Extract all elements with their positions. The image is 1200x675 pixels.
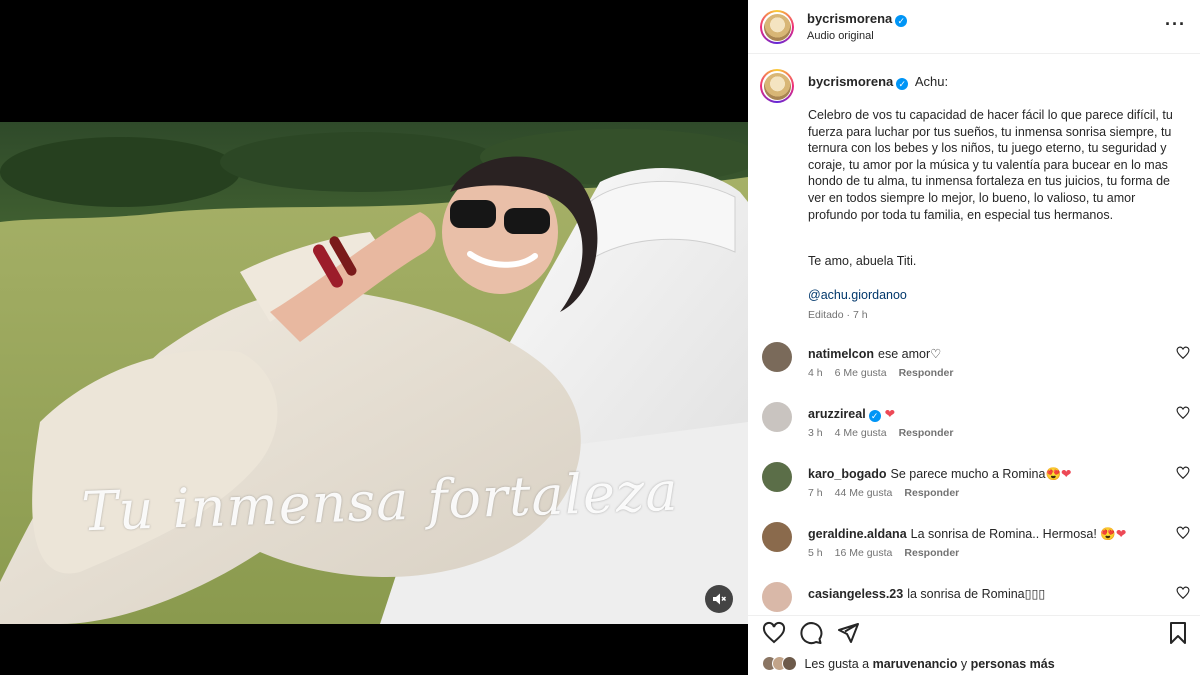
- comment-item: karo_bogado Se parece mucho a Romina😍❤ 7 …: [748, 462, 1200, 522]
- comment-likes[interactable]: 44 Me gusta: [835, 487, 893, 499]
- commenter-username[interactable]: geraldine.aldana: [808, 527, 907, 541]
- caption-header: bycrismorena ✓ Achu:: [808, 74, 948, 90]
- comment-time[interactable]: 7 h: [808, 487, 823, 499]
- caption-username[interactable]: bycrismorena: [808, 74, 893, 89]
- author-avatar[interactable]: [760, 10, 794, 44]
- comment-likes[interactable]: 16 Me gusta: [835, 547, 893, 559]
- heart-icon[interactable]: [1176, 406, 1190, 420]
- comment-time[interactable]: 5 h: [808, 547, 823, 559]
- comment-time[interactable]: 3 h: [808, 427, 823, 439]
- comment-likes[interactable]: 4 Me gusta: [835, 427, 887, 439]
- comment-item: aruzzireal ✓ ❤ 3 h 4 Me gusta Responder: [748, 402, 1200, 462]
- reply-button[interactable]: Responder: [899, 367, 954, 379]
- commenter-avatar[interactable]: [762, 582, 792, 612]
- likes-middle: y: [960, 657, 968, 671]
- more-options-button[interactable]: ···: [1165, 14, 1186, 35]
- heart-icon[interactable]: [1176, 466, 1190, 480]
- commenter-username[interactable]: casiangeless.23: [808, 587, 903, 601]
- mute-button[interactable]: [705, 585, 733, 613]
- comment-text: ese amor♡: [878, 347, 942, 361]
- bookmark-icon[interactable]: [1166, 621, 1190, 645]
- comment-text: La sonrisa de Romina.. Hermosa!: [910, 527, 1097, 541]
- verified-icon: ✓: [895, 15, 908, 27]
- author-username-row[interactable]: bycrismorena ✓: [807, 10, 908, 28]
- commenter-username[interactable]: aruzzireal: [808, 407, 866, 421]
- comment-text: Se parece mucho a Romina: [890, 467, 1046, 481]
- post-side-panel: bycrismorena ✓ Audio original ··· bycrism…: [748, 0, 1200, 675]
- comment-emoji: 😍❤: [1100, 527, 1127, 541]
- post-video[interactable]: [0, 122, 748, 624]
- heart-icon[interactable]: [762, 621, 786, 645]
- comment-item: natimelcon ese amor♡ 4 h 6 Me gusta Respond…: [748, 342, 1200, 402]
- commenter-avatar[interactable]: [762, 522, 792, 552]
- heart-icon[interactable]: [1176, 586, 1190, 600]
- commenter-avatar[interactable]: [762, 462, 792, 492]
- post-header: bycrismorena ✓ Audio original ···: [748, 0, 1200, 54]
- caption-mention-link[interactable]: @achu.giordanoo: [808, 288, 907, 302]
- post-media[interactable]: Tu inmensa fortaleza: [0, 0, 748, 675]
- likes-summary[interactable]: Les gusta a maruvenancio y personas más: [762, 656, 1055, 671]
- reply-button[interactable]: Responder: [899, 427, 954, 439]
- audio-link[interactable]: Audio original: [807, 30, 874, 42]
- video-frame: [0, 122, 748, 624]
- reply-button[interactable]: Responder: [904, 547, 959, 559]
- comment-likes[interactable]: 6 Me gusta: [835, 367, 887, 379]
- mute-icon: [713, 593, 727, 605]
- comment-time[interactable]: 4 h: [808, 367, 823, 379]
- commenter-username[interactable]: natimelcon: [808, 347, 874, 361]
- author-username[interactable]: bycrismorena: [807, 11, 892, 26]
- more-icon: ···: [1165, 14, 1186, 34]
- caption-author-avatar[interactable]: [760, 69, 794, 103]
- reply-button[interactable]: Responder: [904, 487, 959, 499]
- liker-avatar: [782, 656, 797, 671]
- comment-item: geraldine.aldana La sonrisa de Romina.. H…: [748, 522, 1200, 582]
- caption-text: Celebro de vos tu capacidad de hacer fác…: [808, 108, 1173, 222]
- likes-user[interactable]: maruvenancio: [873, 657, 958, 671]
- likes-prefix: Les gusta a: [804, 657, 870, 671]
- caption-first-line: Achu:: [914, 74, 949, 89]
- comment-item: casiangeless.23 la sonrisa de Romina▯▯▯: [748, 582, 1200, 615]
- post-action-bar: [748, 615, 1200, 649]
- verified-icon: ✓: [868, 410, 881, 422]
- commenter-avatar[interactable]: [762, 402, 792, 432]
- likes-others[interactable]: personas más: [971, 657, 1055, 671]
- verified-icon: ✓: [896, 78, 909, 90]
- comment-emoji: 😍❤: [1045, 467, 1072, 481]
- heart-icon[interactable]: [1176, 526, 1190, 540]
- comment-icon[interactable]: [799, 621, 823, 645]
- commenter-avatar[interactable]: [762, 342, 792, 372]
- share-icon[interactable]: [836, 621, 860, 645]
- caption-signoff: Te amo, abuela Titi.: [808, 254, 917, 268]
- comments-scroll-area[interactable]: bycrismorena ✓ Achu: Celebro de vos tu ca…: [748, 55, 1200, 615]
- commenter-username[interactable]: karo_bogado: [808, 467, 887, 481]
- comment-emoji: ❤: [884, 407, 896, 421]
- heart-icon[interactable]: [1176, 346, 1190, 360]
- caption-meta: Editado · 7 h: [808, 309, 868, 321]
- comment-text: la sonrisa de Romina▯▯▯: [907, 587, 1046, 601]
